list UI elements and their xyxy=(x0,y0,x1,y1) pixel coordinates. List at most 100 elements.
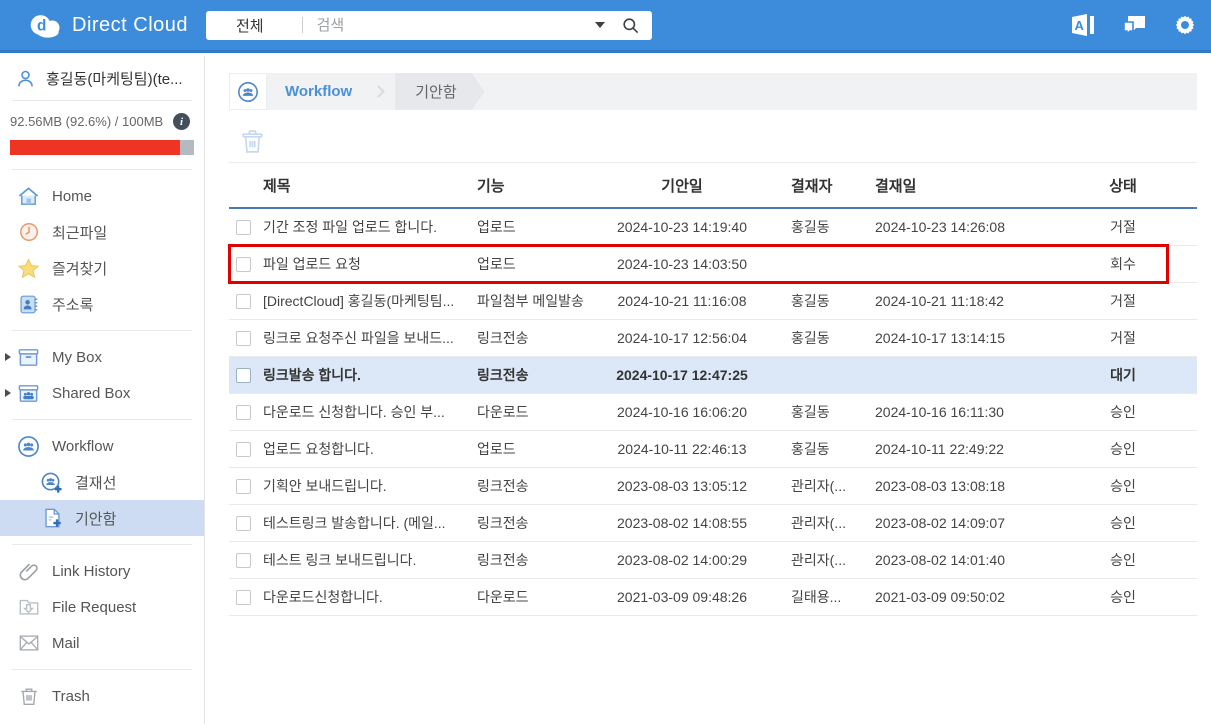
cell-function: 업로드 xyxy=(477,254,587,274)
storage-usage-label: 92.56MB (92.6%) / 100MB xyxy=(10,114,163,129)
row-checkbox-cell xyxy=(229,368,263,383)
table-row[interactable]: 다운로드 신청합니다. 승인 부...다운로드2024-10-16 16:06:… xyxy=(229,394,1197,431)
table-row[interactable]: 다운로드신청합니다.다운로드2021-03-09 09:48:26길태용...2… xyxy=(229,579,1197,616)
trash-icon xyxy=(240,128,265,155)
sidebar-item-label: 기안함 xyxy=(75,508,116,529)
cell-title: 다운로드 신청합니다. 승인 부... xyxy=(263,402,477,422)
chat-icon[interactable] xyxy=(1122,14,1147,37)
brand-logo[interactable]: d Direct Cloud xyxy=(28,10,206,40)
search-icon[interactable] xyxy=(621,16,640,35)
sidebar-item-recent-files[interactable]: 최근파일 xyxy=(0,214,204,250)
mail-icon xyxy=(17,632,40,654)
sidebar-item-my-box[interactable]: My Box xyxy=(0,339,204,375)
row-checkbox[interactable] xyxy=(236,516,251,531)
chevron-down-icon[interactable] xyxy=(595,22,605,28)
table-row[interactable]: 테스트링크 발송합니다. (메일...링크전송2023-08-02 14:08:… xyxy=(229,505,1197,542)
storage-bar-fill xyxy=(10,140,180,155)
sidebar-item-home[interactable]: Home xyxy=(0,178,204,214)
sidebar-item-approval-line[interactable]: 결재선 xyxy=(0,464,204,500)
cell-function: 업로드 xyxy=(477,217,587,237)
row-checkbox[interactable] xyxy=(236,479,251,494)
row-checkbox[interactable] xyxy=(236,220,251,235)
cell-draft-date: 2024-10-21 11:16:08 xyxy=(587,293,777,309)
row-checkbox-cell xyxy=(229,590,263,605)
svg-text:d: d xyxy=(37,17,46,34)
cell-title: 파일 업로드 요청 xyxy=(263,254,477,274)
cell-function: 링크전송 xyxy=(477,550,587,570)
table-row[interactable]: 기획안 보내드립니다.링크전송2023-08-03 13:05:12관리자(..… xyxy=(229,468,1197,505)
cell-function: 다운로드 xyxy=(477,402,587,422)
row-checkbox[interactable] xyxy=(236,442,251,457)
sidebar-nav-main: Home 최근파일 즐겨찾기 xyxy=(0,170,204,330)
search-divider xyxy=(302,17,303,33)
table-row[interactable]: [DirectCloud] 홍길동(마케팅팀...파일첨부 메일발송2024-1… xyxy=(229,283,1197,320)
table-row[interactable]: 파일 업로드 요청업로드2024-10-23 14:03:50회수 xyxy=(229,246,1197,283)
row-checkbox[interactable] xyxy=(236,405,251,420)
cell-title: 업로드 요청합니다. xyxy=(263,439,477,459)
cell-approver: 홍길동 xyxy=(777,328,859,348)
app-window: d Direct Cloud 전체 A xyxy=(0,0,1211,724)
my-box-icon xyxy=(17,346,40,369)
workflow-icon xyxy=(237,81,259,103)
header-function: 기능 xyxy=(477,175,587,196)
header-title: 제목 xyxy=(263,175,477,196)
main-content: Workflow 기안함 제목 기능 기안일 결재자 결재일 xyxy=(206,56,1211,724)
breadcrumb-root[interactable]: Workflow xyxy=(267,73,374,110)
sidebar-nav-trash: Trash xyxy=(0,670,204,722)
cell-status: 승인 xyxy=(1049,476,1197,496)
table-row[interactable]: 테스트 링크 보내드립니다.링크전송2023-08-02 14:00:29관리자… xyxy=(229,542,1197,579)
language-icon[interactable]: A xyxy=(1070,13,1096,37)
table-row[interactable]: 링크로 요청주신 파일을 보내드...링크전송2024-10-17 12:56:… xyxy=(229,320,1197,357)
file-request-icon xyxy=(17,596,40,618)
row-checkbox[interactable] xyxy=(236,590,251,605)
cell-draft-date: 2024-10-11 22:46:13 xyxy=(587,441,777,457)
sidebar-item-shared-box[interactable]: Shared Box xyxy=(0,375,204,411)
delete-selected-button[interactable] xyxy=(240,128,265,155)
cell-status: 회수 xyxy=(1049,254,1197,274)
sidebar-item-draft-box[interactable]: 기안함 xyxy=(0,500,204,536)
cell-function: 링크전송 xyxy=(477,513,587,533)
sidebar-item-address-book[interactable]: 주소록 xyxy=(0,286,204,322)
cell-function: 파일첨부 메일발송 xyxy=(477,291,587,311)
table-row[interactable]: 업로드 요청합니다.업로드2024-10-11 22:46:13홍길동2024-… xyxy=(229,431,1197,468)
sidebar-item-file-request[interactable]: File Request xyxy=(0,589,204,625)
row-checkbox-cell xyxy=(229,331,263,346)
settings-gear-icon[interactable] xyxy=(1173,13,1197,37)
sidebar-item-trash[interactable]: Trash xyxy=(0,678,204,714)
cell-function: 다운로드 xyxy=(477,587,587,607)
row-checkbox[interactable] xyxy=(236,294,251,309)
sidebar-item-workflow[interactable]: Workflow xyxy=(0,428,204,464)
user-profile[interactable]: 홍길동(마케팅팀)(te... xyxy=(0,56,204,100)
cell-title: 링크발송 합니다. xyxy=(263,365,477,385)
topbar-icons: A xyxy=(1070,0,1197,50)
user-icon xyxy=(15,68,36,89)
sidebar-item-favorites[interactable]: 즐겨찾기 xyxy=(0,250,204,286)
cell-status: 거절 xyxy=(1049,217,1197,237)
expand-caret-icon[interactable] xyxy=(5,389,11,397)
sidebar-item-mail[interactable]: Mail xyxy=(0,625,204,661)
cell-approval-date: 2024-10-21 11:18:42 xyxy=(859,293,1049,309)
cell-draft-date: 2024-10-17 12:56:04 xyxy=(587,330,777,346)
cell-function: 링크전송 xyxy=(477,328,587,348)
search-scope-dropdown[interactable]: 전체 xyxy=(236,15,264,36)
sidebar-item-link-history[interactable]: Link History xyxy=(0,553,204,589)
row-checkbox[interactable] xyxy=(236,331,251,346)
cell-approval-date: 2023-08-03 13:08:18 xyxy=(859,478,1049,494)
search-input[interactable] xyxy=(317,17,595,34)
row-checkbox-cell xyxy=(229,553,263,568)
cell-approval-date: 2023-08-02 14:09:07 xyxy=(859,515,1049,531)
row-checkbox[interactable] xyxy=(236,553,251,568)
row-checkbox[interactable] xyxy=(236,257,251,272)
cell-approver: 홍길동 xyxy=(777,439,859,459)
table-row[interactable]: 기간 조정 파일 업로드 합니다.업로드2024-10-23 14:19:40홍… xyxy=(229,209,1197,246)
sidebar-item-label: Workflow xyxy=(52,438,113,455)
cell-title: 링크로 요청주신 파일을 보내드... xyxy=(263,328,477,348)
favorites-icon xyxy=(17,257,40,280)
table-row[interactable]: 링크발송 합니다.링크전송2024-10-17 12:47:25대기 xyxy=(229,357,1197,394)
cell-approval-date: 2024-10-11 22:49:22 xyxy=(859,441,1049,457)
row-checkbox[interactable] xyxy=(236,368,251,383)
info-icon[interactable]: i xyxy=(173,113,190,130)
expand-caret-icon[interactable] xyxy=(5,353,11,361)
sidebar-item-label: Link History xyxy=(52,563,130,580)
cell-status: 대기 xyxy=(1049,365,1197,385)
